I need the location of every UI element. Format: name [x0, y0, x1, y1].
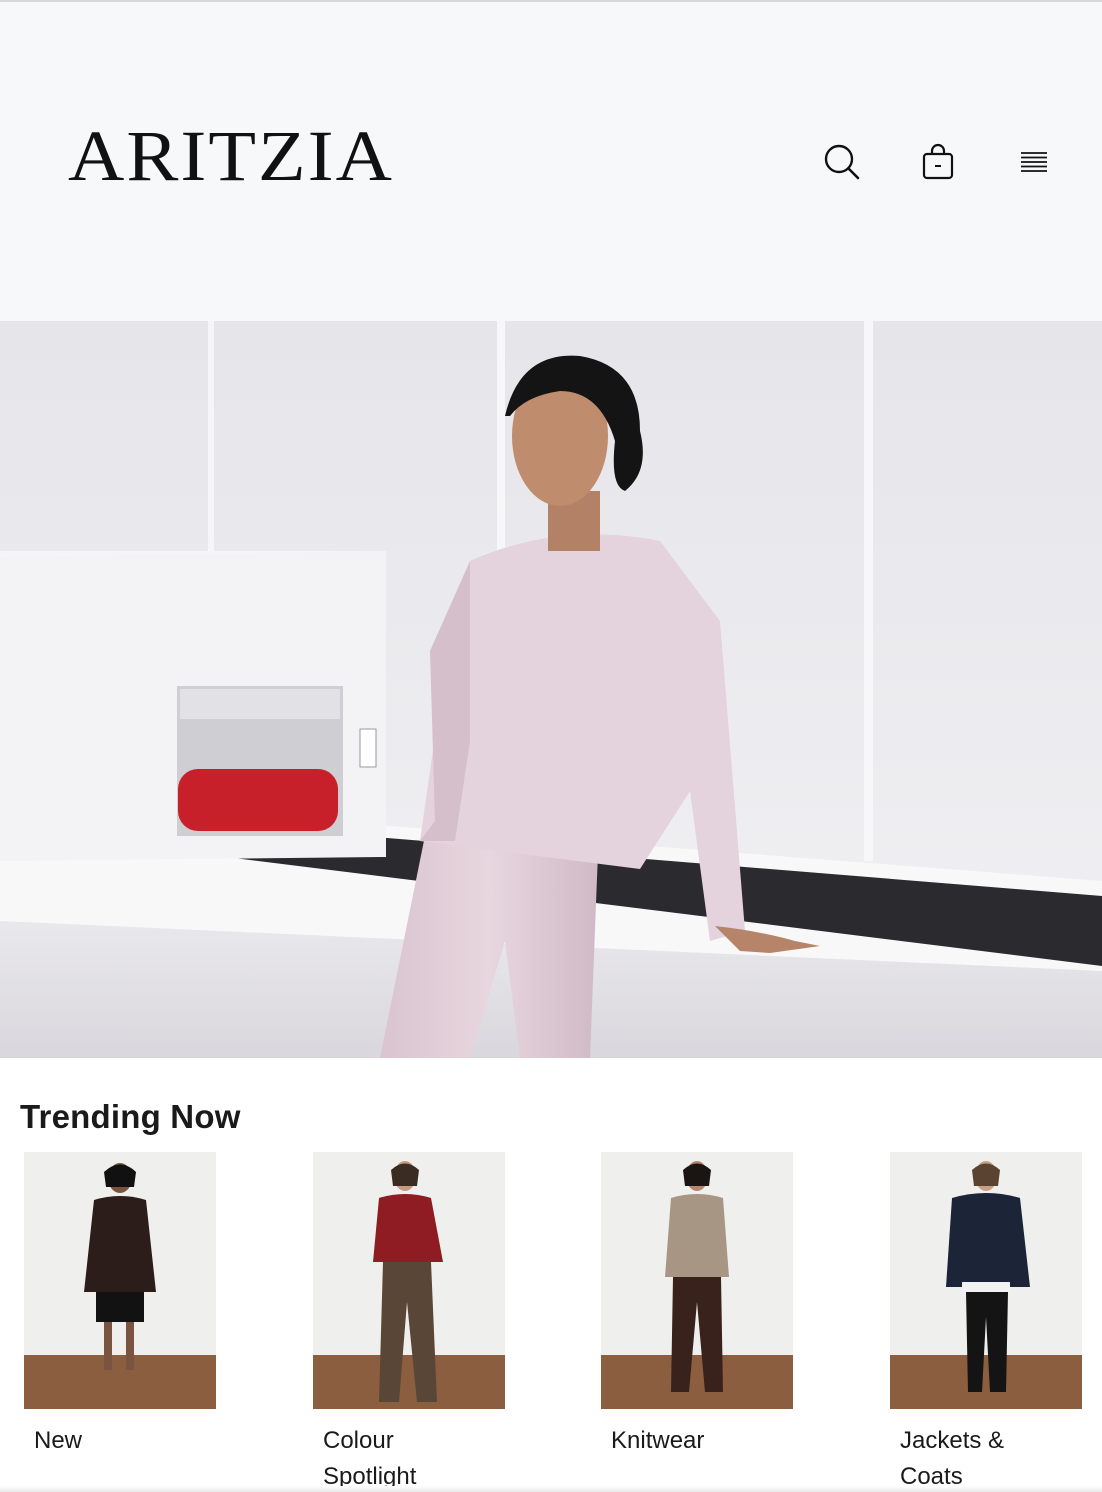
trending-label-new: New [34, 1427, 83, 1454]
trending-card-knitwear[interactable]: Knitwear [601, 1152, 793, 1459]
menu-icon[interactable] [1014, 142, 1054, 182]
trending-card-colour-spotlight[interactable]: Colour Spotlight [313, 1152, 505, 1492]
brand-logo[interactable]: ARITZIA [68, 120, 394, 192]
trending-section: Trending Now New Colour Spotlight Knitwe… [0, 1058, 1102, 1492]
bottom-edge [0, 1486, 1102, 1492]
site-header: ARITZIA [0, 2, 1102, 321]
trending-label-knitwear: Knitwear [611, 1427, 705, 1454]
trending-card-jackets-coats[interactable]: Jackets & Coats [890, 1152, 1082, 1492]
trending-title: Trending Now [20, 1098, 241, 1135]
trending-image-knitwear [601, 1152, 793, 1409]
trending-label-jackets-coats: Jackets & Coats [900, 1427, 1005, 1490]
search-icon[interactable] [822, 142, 862, 182]
trending-image-jackets-coats [890, 1152, 1082, 1409]
hero-banner[interactable] [0, 321, 1102, 1058]
trending-label-colour-spotlight: Colour Spotlight [323, 1427, 417, 1490]
trending-image-new [24, 1152, 216, 1409]
trending-card-new[interactable]: New [24, 1152, 216, 1459]
shopping-bag-icon[interactable] [918, 142, 958, 182]
hero-image [0, 321, 1102, 1058]
trending-image-colour-spotlight [313, 1152, 505, 1409]
